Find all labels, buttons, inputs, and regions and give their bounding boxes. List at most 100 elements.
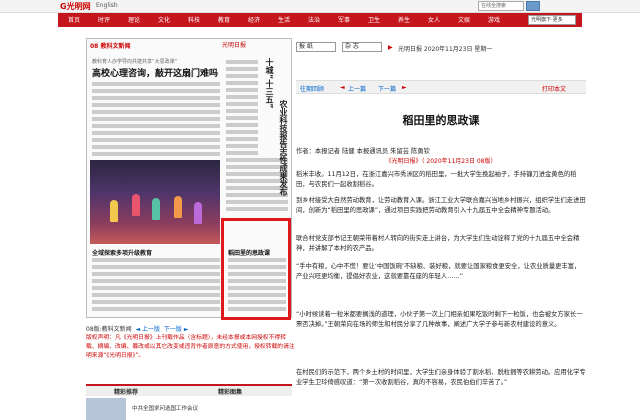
prev-article-link[interactable]: 上一篇 (348, 84, 366, 93)
tab-recommend[interactable]: 精彩推荐 (114, 387, 138, 396)
paper-subtitle: 教科育人办学导向共建共享“大思政课” (92, 59, 178, 65)
text-line (92, 103, 220, 107)
nav-item[interactable]: 军事 (338, 15, 350, 24)
thumbnail-image[interactable] (86, 398, 126, 420)
paper-select[interactable]: 报 纸 (296, 42, 336, 52)
article-paragraph: 稻米丰收。11月12日，在浙江嘉兴市秀洲区的稻田里，一批大学生挽起袖子，手持镰刀… (296, 171, 577, 188)
next-page-link[interactable]: 下一版 (164, 326, 182, 333)
nav-item[interactable]: 卫生 (368, 15, 380, 24)
text-line (92, 279, 220, 283)
arrow-left-icon[interactable]: ◄ (340, 84, 345, 91)
article-paragraph: “小时候读着一粒米都要搁浅的道理，小伙子第一次上门相亲如果吃饭时剩下一粒饭，也会… (296, 311, 583, 328)
article-paragraph: 联合村党支部书记王朝荣带着村人转向的街实走上讲台，为大学生们生动诠释了党的十九届… (296, 235, 580, 252)
nav-item[interactable]: 经济 (248, 15, 260, 24)
nav-item[interactable]: 女人 (428, 15, 440, 24)
back-issues-link[interactable]: 往期回顾 (300, 84, 324, 93)
text-line (92, 258, 220, 262)
text-line (226, 130, 258, 134)
text-line (226, 102, 258, 106)
dancer-figure (152, 198, 160, 220)
nav-item[interactable]: 理论 (128, 15, 140, 24)
english-link[interactable]: English (96, 2, 118, 9)
text-line (228, 279, 286, 283)
recommend-tabs: 精彩推荐 精彩图集 (86, 384, 292, 396)
dancer-figure (174, 196, 182, 218)
article-title: 稻田里的思政课 (402, 114, 480, 127)
text-line (92, 152, 220, 156)
nav-item[interactable]: 游戏 (488, 15, 500, 24)
text-line (92, 293, 220, 297)
copyright-notice: 版权声明：凡《光明日报》上刊载作品（含标题），未经本报或本网授权不得转载、摘编、… (86, 335, 295, 359)
current-edition[interactable]: 08版:教科文新闻 (86, 326, 132, 333)
dancer-figure (110, 200, 118, 222)
nav-item[interactable]: 文娱 (458, 15, 470, 24)
text-line (92, 286, 220, 290)
arrow-left-icon[interactable]: ◄ (136, 326, 141, 333)
small-headline[interactable]: 全域探索多项升级教育 (92, 248, 152, 257)
text-line (226, 81, 258, 85)
edition-label: 08 教科文新闻 (90, 43, 131, 50)
tab-gallery[interactable]: 精彩图集 (218, 387, 242, 396)
text-line (228, 258, 286, 262)
print-link[interactable]: 打印本文 (542, 84, 566, 93)
nav-item[interactable]: 时评 (98, 15, 110, 24)
paper-headline[interactable]: 高校心理咨询，敲开这扇门难吗 (92, 66, 222, 79)
article-paragraph: 到乡村接受大自然劳动教育，让劳动教育入课。浙江工业大学联合嘉兴当地乡村振兴，组织… (296, 197, 586, 214)
text-line (228, 286, 286, 290)
article-byline: 作者：本报记者 陆健 本报通讯员 朱留芸 陈勇钦 (296, 148, 430, 155)
text-line (226, 74, 258, 78)
prev-page-link[interactable]: 上一版 (142, 326, 160, 333)
nav-item[interactable]: 首页 (68, 15, 80, 24)
main-nav: 首页 时评 理论 文化 科技 教育 经济 生活 法治 军事 卫生 养生 女人 文… (58, 13, 582, 27)
site-logo[interactable]: G光明网 (60, 1, 91, 12)
text-line (92, 138, 220, 142)
selected-article-box[interactable] (221, 218, 291, 320)
text-line (226, 144, 258, 148)
text-line (228, 272, 286, 276)
text-line (92, 265, 220, 269)
search-input[interactable]: 在线全搜索 (478, 1, 524, 11)
article-paragraph: 在村民们的示范下，两个乡土村的时间里，大学生们亲身体验了割水稻、脱粒捆等农耕劳动… (296, 369, 586, 386)
recommend-link[interactable]: 中共全国求问选国工作会议 (132, 404, 198, 412)
page-nav: 08版:教科文新闻 ◄ 上一版 下一版 ► (86, 324, 188, 333)
next-article-link[interactable]: 下一篇 (378, 84, 396, 93)
vertical-headline[interactable]: 十城“十三五” (262, 58, 274, 109)
text-line (226, 95, 258, 99)
text-line (92, 96, 220, 100)
text-line (92, 300, 220, 304)
text-line (228, 293, 286, 297)
text-line (226, 123, 258, 127)
vertical-headline[interactable]: 农业科技报告志性成果发布 (276, 100, 288, 196)
nav-item[interactable]: 养生 (398, 15, 410, 24)
chain-link-icon: ▶ (388, 44, 393, 51)
text-line (92, 89, 220, 93)
nav-item[interactable]: 法治 (308, 15, 320, 24)
article-source[interactable]: 《光明日报》（ 2020年11月23日 08版） (296, 156, 586, 165)
top-bar: G光明网 English 在线全搜索 (0, 0, 640, 13)
search-button[interactable] (526, 1, 540, 11)
dancer-figure (132, 194, 140, 216)
nav-item[interactable]: 教育 (218, 15, 230, 24)
nav-item[interactable]: 文化 (158, 15, 170, 24)
article-sub-nav: 往期回顾 ◄ 上一篇 下一篇 ► 打印本文 (296, 80, 586, 94)
arrow-right-icon[interactable]: ► (402, 84, 407, 91)
paper-logo: 光明日报 (222, 42, 247, 49)
arrow-right-icon[interactable]: ► (184, 326, 189, 333)
text-line (226, 88, 258, 92)
text-line (226, 60, 258, 64)
article-paragraph: “手中有粮，心中不慌！要让‘中国饭碗’不缺粮、装好粮，就要让国家粮食更安全，让农… (296, 263, 581, 280)
news-photo[interactable] (90, 160, 220, 244)
selected-article-title[interactable]: 稻田里的思政课 (228, 248, 270, 257)
more-dropdown[interactable]: 光明旗下·更多 (528, 15, 576, 25)
nav-item[interactable]: 生活 (278, 15, 290, 24)
text-line (226, 200, 288, 204)
dancer-figure (194, 202, 202, 224)
text-line (92, 110, 220, 114)
text-line (226, 109, 258, 113)
nav-item[interactable]: 科技 (188, 15, 200, 24)
issue-select[interactable]: 杂 志 (342, 42, 382, 52)
text-line (92, 82, 220, 86)
text-line (226, 207, 288, 211)
issue-date: 光明日报 2020年11月23日 星期一 (398, 46, 493, 53)
text-line (226, 151, 258, 155)
